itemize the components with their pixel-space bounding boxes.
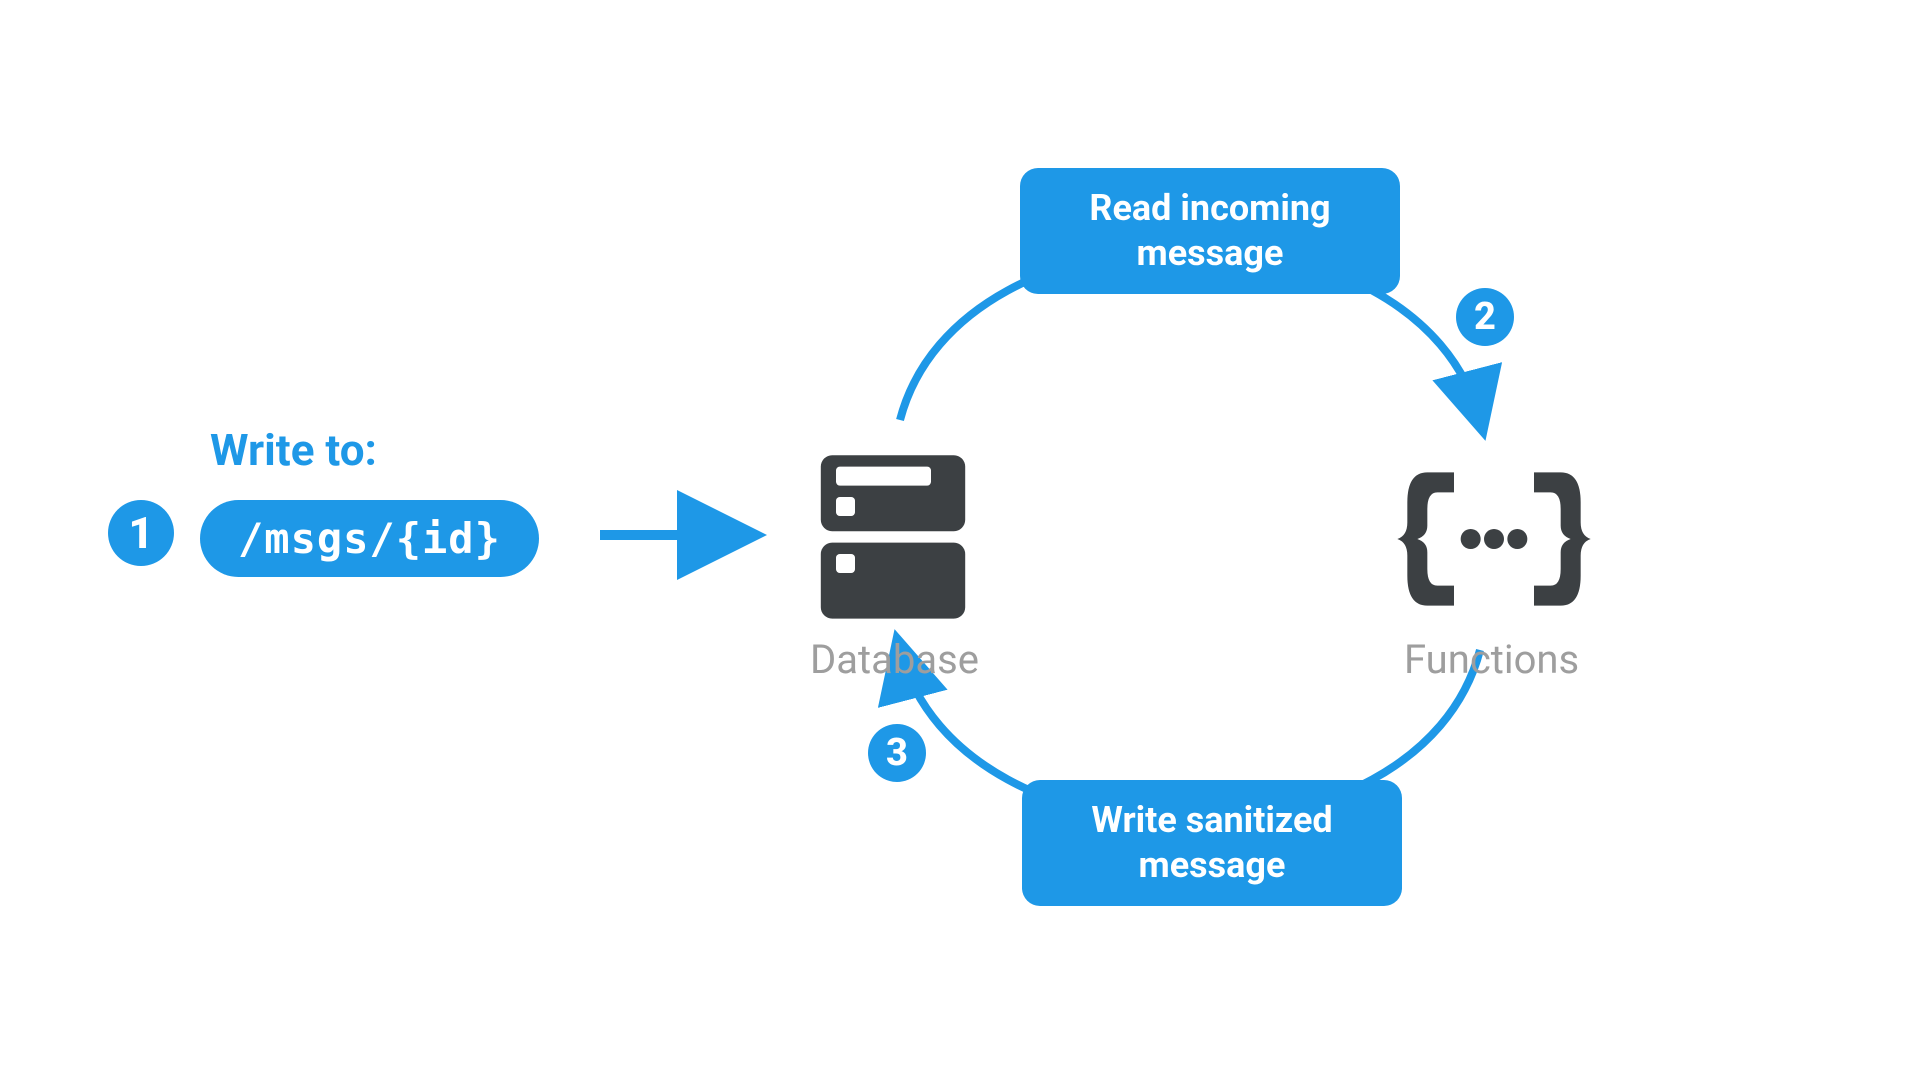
step-2-label: Read incoming message bbox=[1020, 168, 1400, 294]
step-3-label: Write sanitized message bbox=[1022, 780, 1402, 906]
path-pill: /msgs/{id} bbox=[200, 500, 539, 577]
step-badge-1: 1 bbox=[108, 500, 174, 566]
step-number-1: 1 bbox=[128, 507, 153, 559]
database-caption: Database bbox=[810, 636, 979, 683]
step-3-line1: Write sanitized bbox=[1091, 799, 1332, 841]
step-2-line2: message bbox=[1137, 232, 1284, 274]
database-icon bbox=[798, 440, 988, 634]
step-3-line2: message bbox=[1139, 844, 1286, 886]
step-badge-3: 3 bbox=[868, 724, 926, 782]
step-2-line1: Read incoming bbox=[1089, 187, 1330, 229]
functions-icon bbox=[1394, 444, 1594, 638]
functions-caption: Functions bbox=[1404, 636, 1579, 683]
step-number-3: 3 bbox=[886, 731, 908, 775]
diagram-canvas: Write to: 1 /msgs/{id} Database Function… bbox=[0, 0, 1920, 1080]
step-badge-2: 2 bbox=[1456, 288, 1514, 346]
write-to-label: Write to: bbox=[210, 424, 377, 476]
step-number-2: 2 bbox=[1474, 295, 1496, 339]
